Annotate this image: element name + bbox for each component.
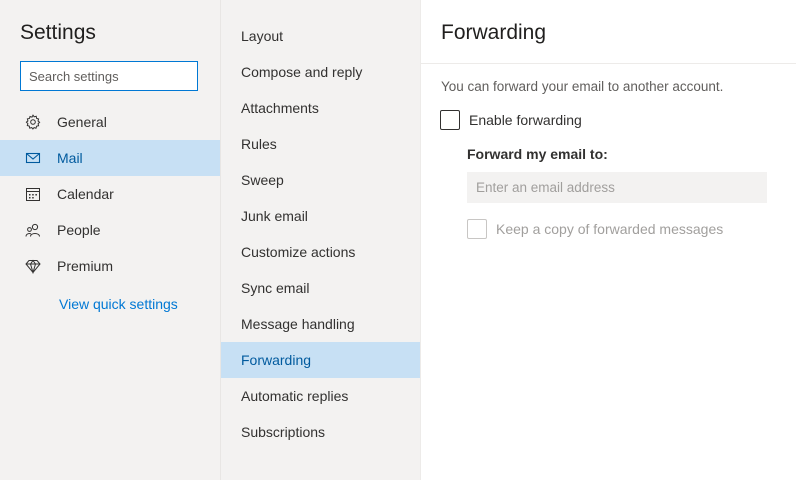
email-field-container[interactable] (467, 172, 767, 203)
mail-sections-list: Layout Compose and reply Attachments Rul… (221, 18, 420, 450)
forward-to-label: Forward my email to: (467, 146, 608, 162)
settings-nav-pane: Settings General Mail (0, 0, 220, 480)
section-customize-actions[interactable]: Customize actions (221, 234, 420, 270)
section-subscriptions[interactable]: Subscriptions (221, 414, 420, 450)
section-sweep[interactable]: Sweep (221, 162, 420, 198)
nav-item-label: General (57, 114, 107, 130)
gear-icon (24, 113, 42, 131)
enable-forwarding-label: Enable forwarding (469, 112, 582, 128)
nav-item-label: Calendar (57, 186, 114, 202)
nav-item-people[interactable]: People (0, 212, 220, 248)
keep-copy-label: Keep a copy of forwarded messages (496, 221, 724, 237)
view-quick-settings-link[interactable]: View quick settings (59, 296, 178, 312)
nav-item-general[interactable]: General (0, 104, 220, 140)
forward-email-field[interactable] (467, 172, 767, 203)
forwarding-description: You can forward your email to another ac… (441, 79, 724, 94)
mail-sections-pane: Layout Compose and reply Attachments Rul… (220, 0, 420, 480)
nav-item-calendar[interactable]: Calendar (0, 176, 220, 212)
section-rules[interactable]: Rules (221, 126, 420, 162)
nav-item-label: Premium (57, 258, 114, 274)
people-icon (24, 221, 42, 239)
calendar-icon (24, 185, 42, 203)
settings-title: Settings (20, 21, 96, 44)
section-message-handling[interactable]: Message handling (221, 306, 420, 342)
section-automatic-replies[interactable]: Automatic replies (221, 378, 420, 414)
nav-item-mail[interactable]: Mail (0, 140, 220, 176)
search-box[interactable] (20, 61, 198, 91)
enable-forwarding-checkbox[interactable] (440, 110, 460, 130)
section-attachments[interactable]: Attachments (221, 90, 420, 126)
settings-category-list: General Mail Calendar People Premium (0, 104, 220, 284)
section-sync-email[interactable]: Sync email (221, 270, 420, 306)
enable-forwarding-row[interactable]: Enable forwarding (440, 110, 582, 130)
pane-header: Forwarding (421, 0, 796, 64)
keep-copy-checkbox[interactable] (467, 219, 487, 239)
nav-item-label: Mail (57, 150, 83, 166)
forwarding-settings-pane: Forwarding You can forward your email to… (420, 0, 796, 480)
nav-item-label: People (57, 222, 101, 238)
section-compose-and-reply[interactable]: Compose and reply (221, 54, 420, 90)
nav-item-premium[interactable]: Premium (0, 248, 220, 284)
search-settings-input[interactable] (21, 62, 197, 90)
keep-copy-row[interactable]: Keep a copy of forwarded messages (467, 219, 723, 239)
section-junk-email[interactable]: Junk email (221, 198, 420, 234)
page-title: Forwarding (441, 21, 547, 44)
mail-icon (24, 149, 42, 167)
section-layout[interactable]: Layout (221, 18, 420, 54)
section-forwarding[interactable]: Forwarding (221, 342, 420, 378)
diamond-icon (24, 257, 42, 275)
